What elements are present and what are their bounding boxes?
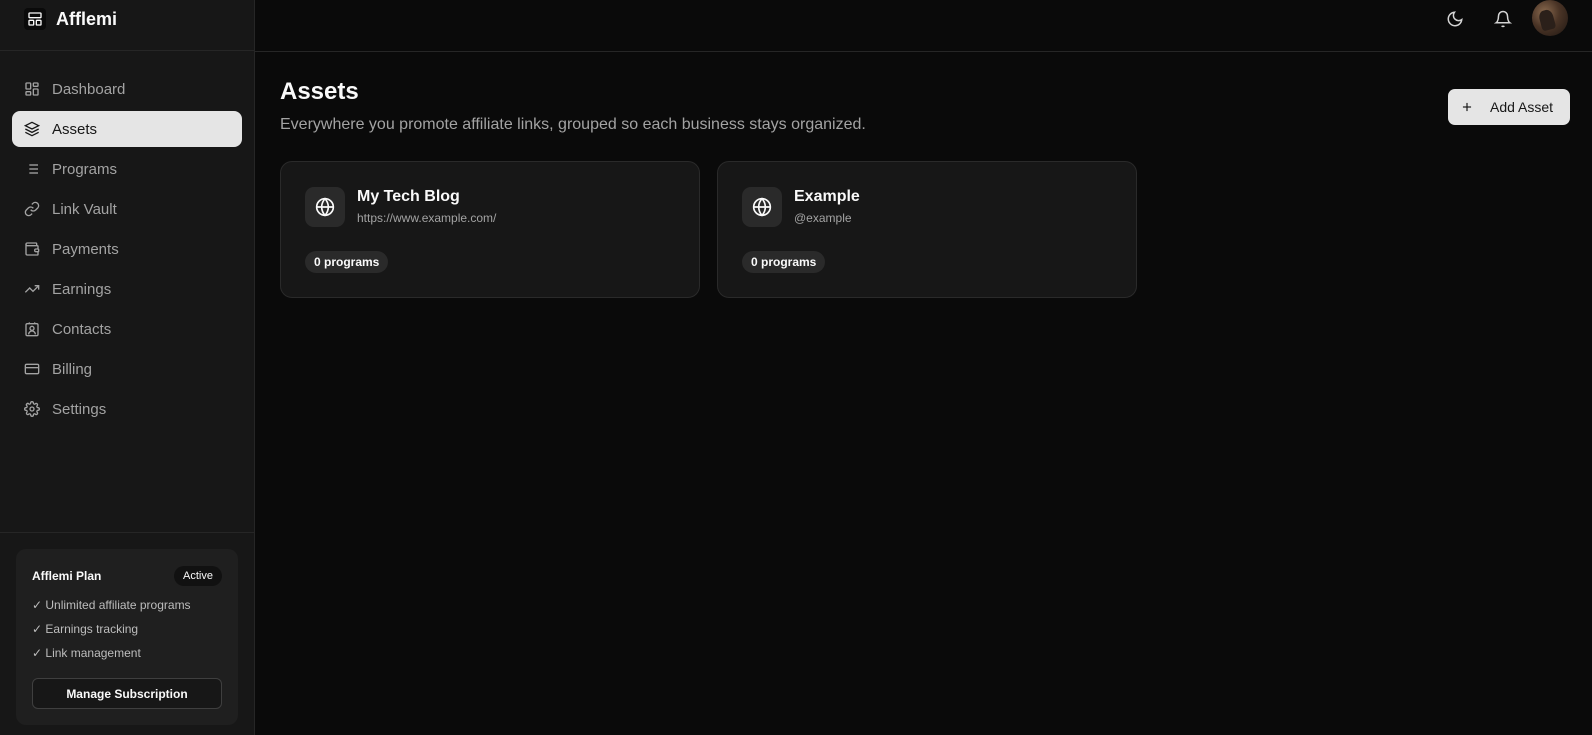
sidebar-item-label: Link Vault: [52, 200, 117, 218]
sidebar-item-settings[interactable]: Settings: [12, 391, 242, 427]
sidebar-item-earnings[interactable]: Earnings: [12, 271, 242, 307]
add-asset-label: Add Asset: [1490, 99, 1554, 115]
topbar: [255, 0, 1592, 52]
sidebar-item-assets[interactable]: Assets: [12, 111, 242, 147]
plan-section: Afflemi Plan Active ✓ Unlimited affiliat…: [0, 532, 254, 735]
plan-feature: ✓ Link management: [32, 646, 141, 660]
manage-subscription-button[interactable]: Manage Subscription: [32, 678, 222, 709]
link-icon: [24, 201, 40, 217]
asset-title: My Tech Blog: [357, 188, 460, 205]
contact-icon: [24, 321, 40, 337]
sidebar-item-programs[interactable]: Programs: [12, 151, 242, 187]
plan-card: Afflemi Plan Active ✓ Unlimited affiliat…: [16, 549, 238, 725]
sidebar-item-label: Settings: [52, 400, 107, 418]
plan-title: Afflemi Plan: [32, 569, 102, 583]
bell-icon[interactable]: [1494, 10, 1514, 30]
app-name: Afflemi: [56, 8, 118, 29]
avatar[interactable]: [1532, 0, 1568, 36]
gear-icon: [24, 401, 40, 417]
page-subtitle: Everywhere you promote affiliate links, …: [280, 116, 866, 133]
wallet-icon: [24, 241, 40, 257]
asset-handle: @example: [794, 211, 852, 225]
sidebar-item-contacts[interactable]: Contacts: [12, 311, 242, 347]
sidebar-item-label: Contacts: [52, 320, 112, 338]
sidebar-item-payments[interactable]: Payments: [12, 231, 242, 267]
globe-icon: [742, 187, 782, 227]
dashboard-icon: [24, 81, 40, 97]
app-logo-icon: [24, 8, 46, 30]
status-badge: Active: [174, 566, 222, 586]
asset-card[interactable]: My Tech Blog https://www.example.com/ 0 …: [280, 161, 700, 298]
globe-icon: [305, 187, 345, 227]
sidebar-nav: Dashboard Assets Programs Link Vault Pay…: [0, 51, 254, 427]
sidebar-item-label: Payments: [52, 240, 119, 258]
sidebar-item-dashboard[interactable]: Dashboard: [12, 71, 242, 107]
plan-feature: ✓ Earnings tracking: [32, 622, 139, 636]
asset-card[interactable]: Example @example 0 programs: [717, 161, 1137, 298]
sidebar-item-link-vault[interactable]: Link Vault: [12, 191, 242, 227]
asset-title: Example: [794, 188, 860, 205]
list-icon: [24, 161, 40, 177]
asset-list: My Tech Blog https://www.example.com/ 0 …: [280, 161, 1137, 298]
programs-count-badge: 0 programs: [742, 251, 826, 273]
sidebar-item-label: Dashboard: [52, 80, 126, 98]
brand[interactable]: Afflemi: [0, 0, 254, 51]
sidebar-item-label: Assets: [52, 120, 98, 138]
layers-icon: [24, 121, 40, 137]
trending-up-icon: [24, 281, 40, 297]
plan-feature: ✓ Unlimited affiliate programs: [32, 598, 191, 612]
sidebar-item-billing[interactable]: Billing: [12, 351, 242, 387]
plus-icon: [1460, 100, 1474, 114]
asset-url: https://www.example.com/: [357, 211, 497, 225]
sidebar-item-label: Earnings: [52, 280, 112, 298]
add-asset-button[interactable]: Add Asset: [1448, 89, 1570, 125]
sidebar: Afflemi Dashboard Assets Programs Link V…: [0, 0, 255, 735]
sidebar-item-label: Programs: [52, 160, 118, 178]
credit-card-icon: [24, 361, 40, 377]
programs-count-badge: 0 programs: [305, 251, 389, 273]
moon-icon[interactable]: [1446, 10, 1466, 30]
page-title: Assets: [280, 78, 359, 105]
sidebar-item-label: Billing: [52, 360, 93, 378]
